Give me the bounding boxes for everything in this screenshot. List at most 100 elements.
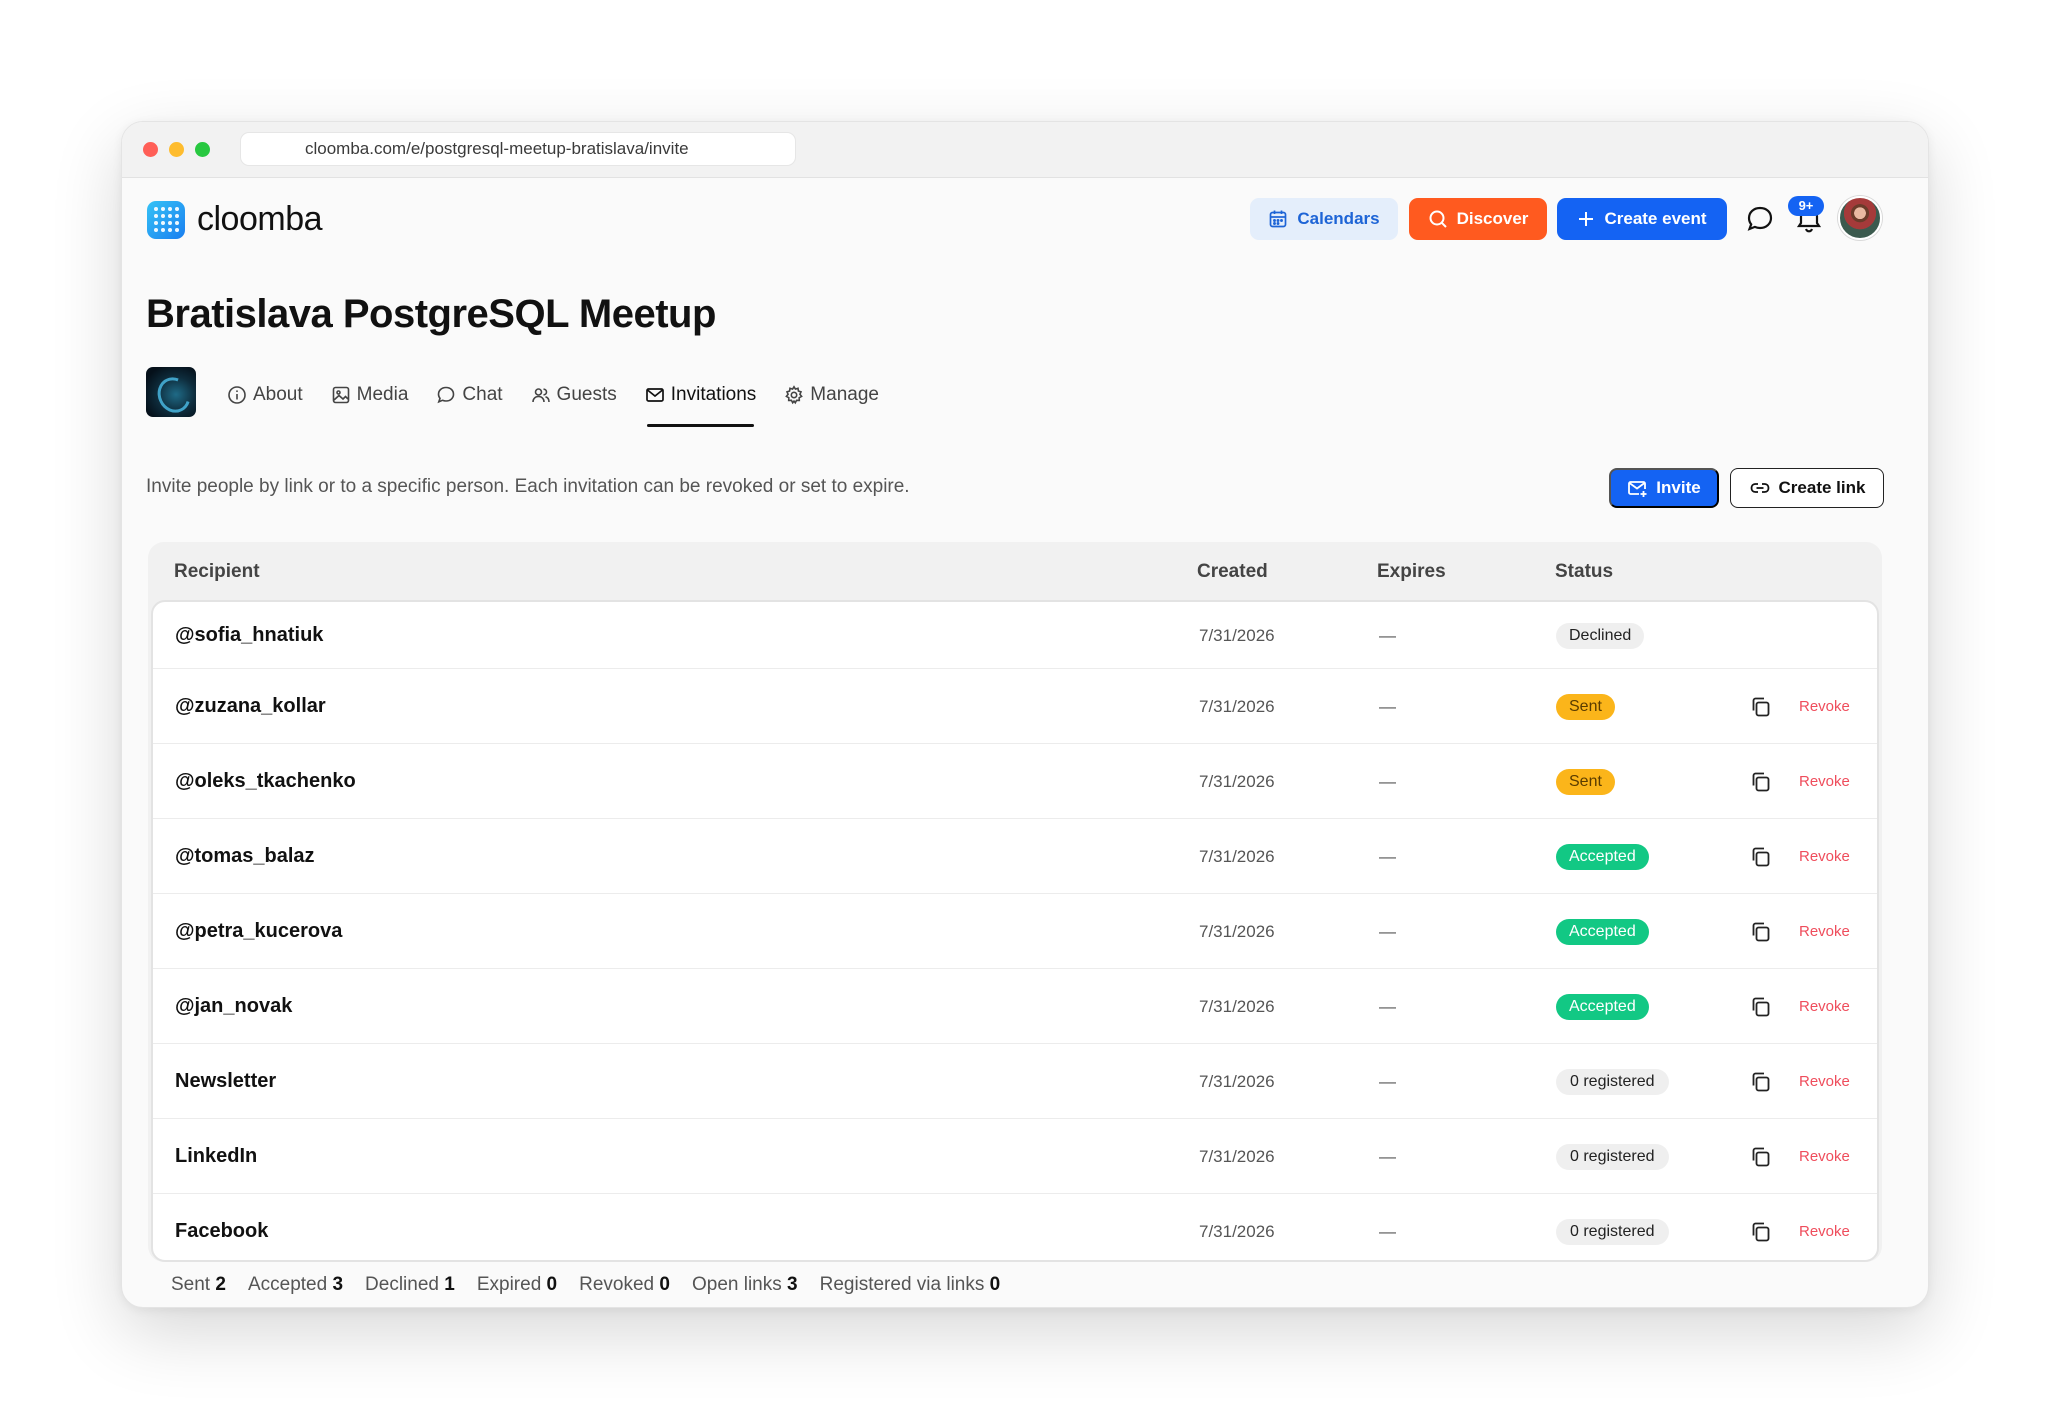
mail-plus-icon [1628,480,1647,497]
invitations-intro: Invite people by link or to a specific p… [146,476,910,497]
recipient-name: @petra_kucerova [175,920,343,942]
tab-label: Invitations [670,384,757,405]
created-date: 7/31/2026 [1199,922,1275,941]
tab-guests[interactable]: Guests [531,380,617,410]
recipient-name: Newsletter [175,1070,277,1092]
stat-value: 1 [444,1274,455,1295]
table-body: @sofia_hnatiuk 7/31/2026 — Declined @zuzana_… [151,600,1879,1262]
column-expires[interactable]: Expires [1377,561,1446,583]
create-link-button[interactable]: Create link [1730,468,1884,508]
table-row: @sofia_hnatiuk 7/31/2026 — Declined [153,602,1877,669]
copy-icon[interactable] [1749,845,1773,869]
recipient-name: @sofia_hnatiuk [175,624,324,646]
column-created[interactable]: Created [1197,561,1268,583]
status-badge: Accepted [1556,994,1649,1020]
column-status[interactable]: Status [1555,561,1613,583]
tab-invitations[interactable]: Invitations [645,380,757,427]
tab-chat[interactable]: Chat [436,380,503,410]
revoke-button[interactable]: Revoke [1799,773,1850,790]
create-event-button[interactable]: Create event [1557,198,1727,240]
copy-icon[interactable] [1749,1145,1773,1169]
status-badge: Sent [1556,694,1615,720]
created-date: 7/31/2026 [1199,697,1275,716]
expires-value: — [1379,922,1396,941]
copy-icon[interactable] [1749,770,1773,794]
revoke-button[interactable]: Revoke [1799,1073,1850,1090]
plus-icon [1579,212,1594,226]
stat-item: Sent 2 [171,1274,226,1296]
close-window-button[interactable] [143,142,158,157]
invite-button[interactable]: Invite [1609,468,1719,508]
expires-value: — [1379,997,1396,1016]
calendars-button[interactable]: Calendars [1250,198,1398,240]
invitation-stats: Sent 2 Accepted 3 Declined 1 Expired 0 Revok… [171,1274,1022,1296]
tab-about[interactable]: About [227,380,303,410]
stat-value: 3 [787,1274,798,1295]
stat-item: Declined 1 [365,1274,455,1296]
expires-value: — [1379,847,1396,866]
expires-value: — [1379,1222,1396,1241]
revoke-button[interactable]: Revoke [1799,998,1850,1015]
minimize-window-button[interactable] [169,142,184,157]
stat-label: Registered via links [819,1274,985,1295]
created-date: 7/31/2026 [1199,772,1275,791]
stat-label: Sent [171,1274,211,1295]
expires-value: — [1379,626,1396,645]
recipient-name: LinkedIn [175,1145,258,1167]
revoke-button[interactable]: Revoke [1799,848,1850,865]
invitations-table: Recipient Created Expires Status @sofia_… [148,542,1882,1262]
gear-icon [785,385,804,405]
status-badge: Accepted [1556,844,1649,870]
stat-item: Open links 3 [692,1274,798,1296]
cloomba-logo[interactable]: cloomba [147,200,323,239]
table-header: Recipient Created Expires Status [148,542,1882,602]
tab-label: Guests [556,384,617,405]
tab-label: Chat [462,384,503,405]
expires-value: — [1379,772,1396,791]
revoke-button[interactable]: Revoke [1799,698,1850,715]
create-event-label: Create event [1604,209,1707,228]
copy-icon[interactable] [1749,695,1773,719]
user-avatar[interactable] [1838,196,1882,240]
event-tabs: About Media Chat Guests Invitations Mana… [227,380,907,427]
revoke-button[interactable]: Revoke [1799,1223,1850,1240]
copy-icon[interactable] [1749,920,1773,944]
maximize-window-button[interactable] [195,142,210,157]
messages-icon[interactable] [1745,204,1775,234]
logo-text: cloomba [197,200,323,238]
created-date: 7/31/2026 [1199,997,1275,1016]
create-link-label: Create link [1778,478,1866,497]
table-row: @tomas_balaz 7/31/2026 — Accepted Revoke [153,819,1877,894]
tab-manage[interactable]: Manage [784,380,879,410]
tab-media[interactable]: Media [331,380,408,410]
stat-item: Registered via links 0 [820,1274,1001,1296]
expires-value: — [1379,697,1396,716]
revoke-button[interactable]: Revoke [1799,1148,1850,1165]
status-badge: 0 registered [1556,1144,1669,1170]
tab-label: Manage [810,384,879,405]
recipient-name: @jan_novak [175,995,293,1017]
copy-icon[interactable] [1749,1220,1773,1244]
image-icon [332,386,349,404]
chat-icon [437,386,455,404]
info-icon [228,386,246,404]
table-row: @oleks_tkachenko 7/31/2026 — Sent Revoke [153,744,1877,819]
search-icon [1429,210,1447,228]
stat-label: Accepted [247,1274,328,1295]
address-bar[interactable]: cloomba.com/e/postgresql-meetup-bratisla… [240,132,796,166]
discover-button[interactable]: Discover [1409,198,1547,240]
copy-icon[interactable] [1749,1070,1773,1094]
column-recipient[interactable]: Recipient [174,561,260,583]
stat-item: Accepted 3 [248,1274,343,1296]
copy-icon[interactable] [1749,995,1773,1019]
stat-value: 0 [989,1274,1001,1295]
event-thumbnail[interactable] [146,367,196,417]
recipient-name: Facebook [175,1220,269,1242]
browser-window: cloomba.com/e/postgresql-meetup-bratisla… [121,121,1929,1308]
users-icon [531,388,550,403]
stat-label: Expired [476,1274,542,1295]
table-row: @zuzana_kollar 7/31/2026 — Sent Revoke [153,669,1877,744]
status-badge: 0 registered [1556,1069,1669,1095]
revoke-button[interactable]: Revoke [1799,923,1850,940]
recipient-name: @zuzana_kollar [175,695,326,717]
